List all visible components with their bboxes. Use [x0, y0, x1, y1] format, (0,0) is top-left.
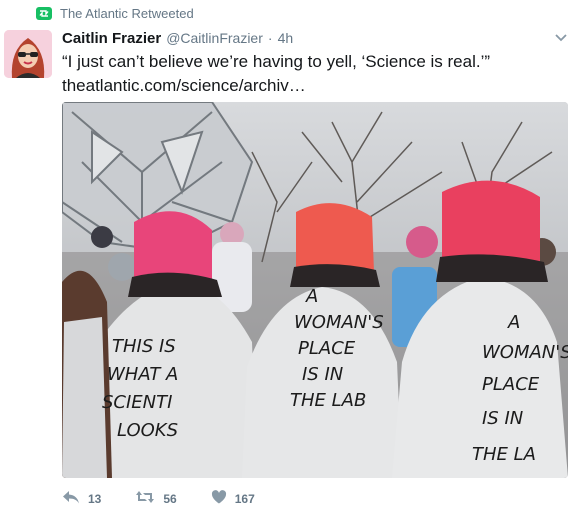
retweet-label[interactable]: The Atlantic Retweeted: [60, 6, 194, 21]
tweet-header: Caitlin Frazier @CaitlinFrazier · 4h: [62, 30, 293, 47]
time-separator: ·: [267, 30, 273, 46]
tweet-quote: “I just can’t believe we’re having to ye…: [62, 52, 491, 71]
sign-middle-line-3: PLACE: [298, 338, 356, 359]
sign-left-line-1: THIS IS: [112, 336, 176, 357]
tweet-timestamp[interactable]: 4h: [278, 30, 294, 46]
sign-right-line-5: THE LA: [472, 444, 536, 465]
retweet-count: 56: [163, 491, 177, 506]
sign-left-line-3: SCIENTI: [102, 392, 172, 413]
chevron-down-icon[interactable]: [554, 30, 568, 44]
tweet-photo[interactable]: THIS IS WHAT A SCIENTI LOOKS A WOMAN'S P…: [62, 102, 568, 478]
sign-right-line-4: IS IN: [482, 408, 523, 429]
like-count: 167: [234, 491, 255, 506]
retweet-icon: [36, 7, 52, 20]
sign-left-line-2: WHAT A: [107, 364, 178, 385]
retweet-action-icon: [135, 490, 155, 507]
author-handle[interactable]: @CaitlinFrazier: [166, 30, 263, 46]
tweet-text: “I just can’t believe we’re having to ye…: [62, 50, 562, 98]
author-name[interactable]: Caitlin Frazier: [62, 30, 161, 47]
retweet-context: The Atlantic Retweeted: [36, 6, 194, 21]
sign-middle-line-5: THE LAB: [290, 390, 366, 411]
sign-left-line-4: LOOKS: [117, 420, 178, 441]
avatar[interactable]: [4, 30, 52, 78]
reply-icon: [62, 490, 80, 507]
tweet-link[interactable]: theatlantic.com/science/archiv…: [62, 74, 562, 98]
tweet-actions: 13 56 167: [62, 490, 255, 507]
sign-right-line-1: A: [507, 312, 520, 333]
reply-button[interactable]: 13: [62, 490, 101, 507]
retweet-button[interactable]: 56: [135, 490, 177, 507]
sign-middle-line-1: A: [305, 286, 318, 307]
like-button[interactable]: 167: [211, 490, 255, 507]
sign-right-line-3: PLACE: [482, 374, 540, 395]
sign-right-line-2: WOMAN'S: [482, 342, 568, 363]
heart-icon: [211, 490, 227, 507]
sign-middle-line-4: IS IN: [302, 364, 343, 385]
sign-middle-line-2: WOMAN'S: [294, 312, 384, 333]
reply-count: 13: [88, 491, 102, 506]
